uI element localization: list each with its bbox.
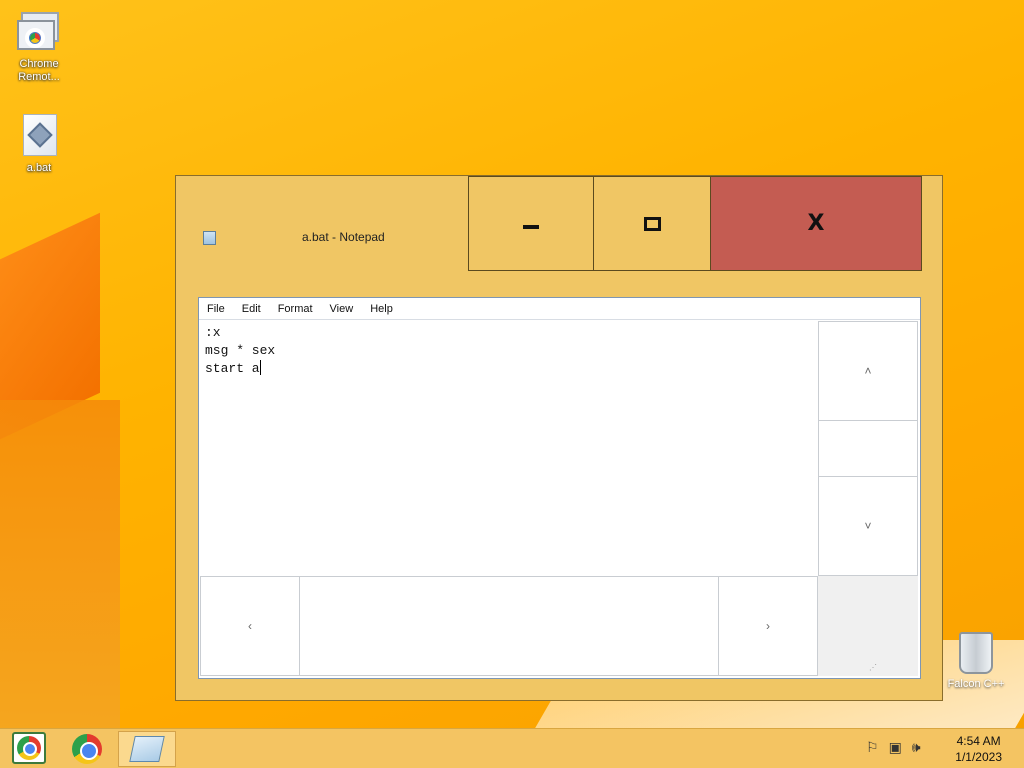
menu-view[interactable]: View	[328, 301, 356, 317]
desktop-icon-a-bat[interactable]: a.bat	[3, 114, 75, 175]
system-tray: ⚐ ▣ 🕪	[866, 739, 921, 756]
scroll-down-button[interactable]: ˅	[818, 476, 918, 576]
desktop-icon-label: a.bat	[26, 162, 52, 174]
scroll-right-button[interactable]: ›	[718, 576, 818, 676]
chevron-up-icon: ˄	[864, 364, 872, 378]
vertical-scroll-thumb[interactable]	[818, 420, 918, 477]
chevron-right-icon: ›	[766, 619, 770, 633]
title-bar[interactable]: a.bat - Notepad X	[176, 176, 942, 272]
text-editor[interactable]: :x msg * sex start a	[205, 324, 815, 574]
chevron-down-icon: ˅	[864, 519, 872, 533]
chrome-remote-desktop-icon	[12, 732, 46, 766]
chrome-remote-desktop-icon	[17, 10, 61, 54]
wallpaper-shape	[0, 400, 120, 730]
taskbar-notepad[interactable]	[118, 731, 176, 767]
menu-format[interactable]: Format	[276, 301, 315, 317]
text-line: start a	[205, 360, 261, 376]
horizontal-scroll-thumb[interactable]	[299, 576, 719, 676]
notepad-icon[interactable]	[203, 231, 216, 245]
scroll-corner: ⋰	[818, 576, 918, 676]
maximize-button[interactable]	[593, 176, 711, 271]
network-icon[interactable]: ▣	[889, 739, 902, 756]
taskbar-chrome[interactable]	[58, 731, 116, 767]
chrome-icon	[72, 734, 102, 764]
menu-bar: File Edit Format View Help	[199, 298, 920, 320]
close-icon: X	[807, 211, 825, 236]
maximize-icon	[643, 216, 661, 231]
batch-file-icon	[17, 114, 61, 158]
minimize-icon	[523, 224, 539, 229]
desktop-icon-label: Chrome Remot...	[18, 58, 60, 83]
close-button[interactable]: X	[710, 176, 922, 271]
text-line: msg * sex	[205, 343, 276, 358]
clock-time: 4:54 AM	[956, 734, 1001, 748]
taskbar: ⚐ ▣ 🕪 4:54 AM 1/1/2023	[0, 728, 1024, 768]
taskbar-chrome-remote-desktop[interactable]	[0, 731, 58, 767]
scroll-up-button[interactable]: ˄	[818, 321, 918, 421]
volume-icon[interactable]: 🕪	[912, 739, 921, 756]
menu-edit[interactable]: Edit	[240, 301, 263, 317]
clock[interactable]: 4:54 AM 1/1/2023	[955, 733, 1002, 765]
action-center-flag-icon[interactable]: ⚐	[866, 739, 879, 756]
notepad-window: a.bat - Notepad X File Edit Format View …	[175, 175, 943, 701]
desktop-icon-recycle-bin[interactable]: Falcon C++	[946, 632, 1006, 690]
desktop-icon-chrome-remote[interactable]: Chrome Remot...	[3, 10, 75, 84]
text-line: :x	[205, 325, 221, 340]
desktop-icon-label: Falcon C++	[947, 678, 1005, 690]
chevron-left-icon: ‹	[248, 619, 252, 633]
notepad-icon	[129, 736, 165, 762]
clock-date: 1/1/2023	[955, 750, 1002, 764]
menu-file[interactable]: File	[205, 301, 227, 317]
resize-grip-icon[interactable]: ⋰	[869, 663, 877, 672]
minimize-button[interactable]	[468, 176, 594, 271]
recycle-bin-icon	[959, 632, 993, 674]
text-caret	[259, 360, 261, 375]
scroll-left-button[interactable]: ‹	[200, 576, 300, 676]
notepad-client-area: File Edit Format View Help :x msg * sex st…	[198, 297, 921, 679]
window-title: a.bat - Notepad	[302, 230, 385, 244]
menu-help[interactable]: Help	[368, 301, 395, 317]
